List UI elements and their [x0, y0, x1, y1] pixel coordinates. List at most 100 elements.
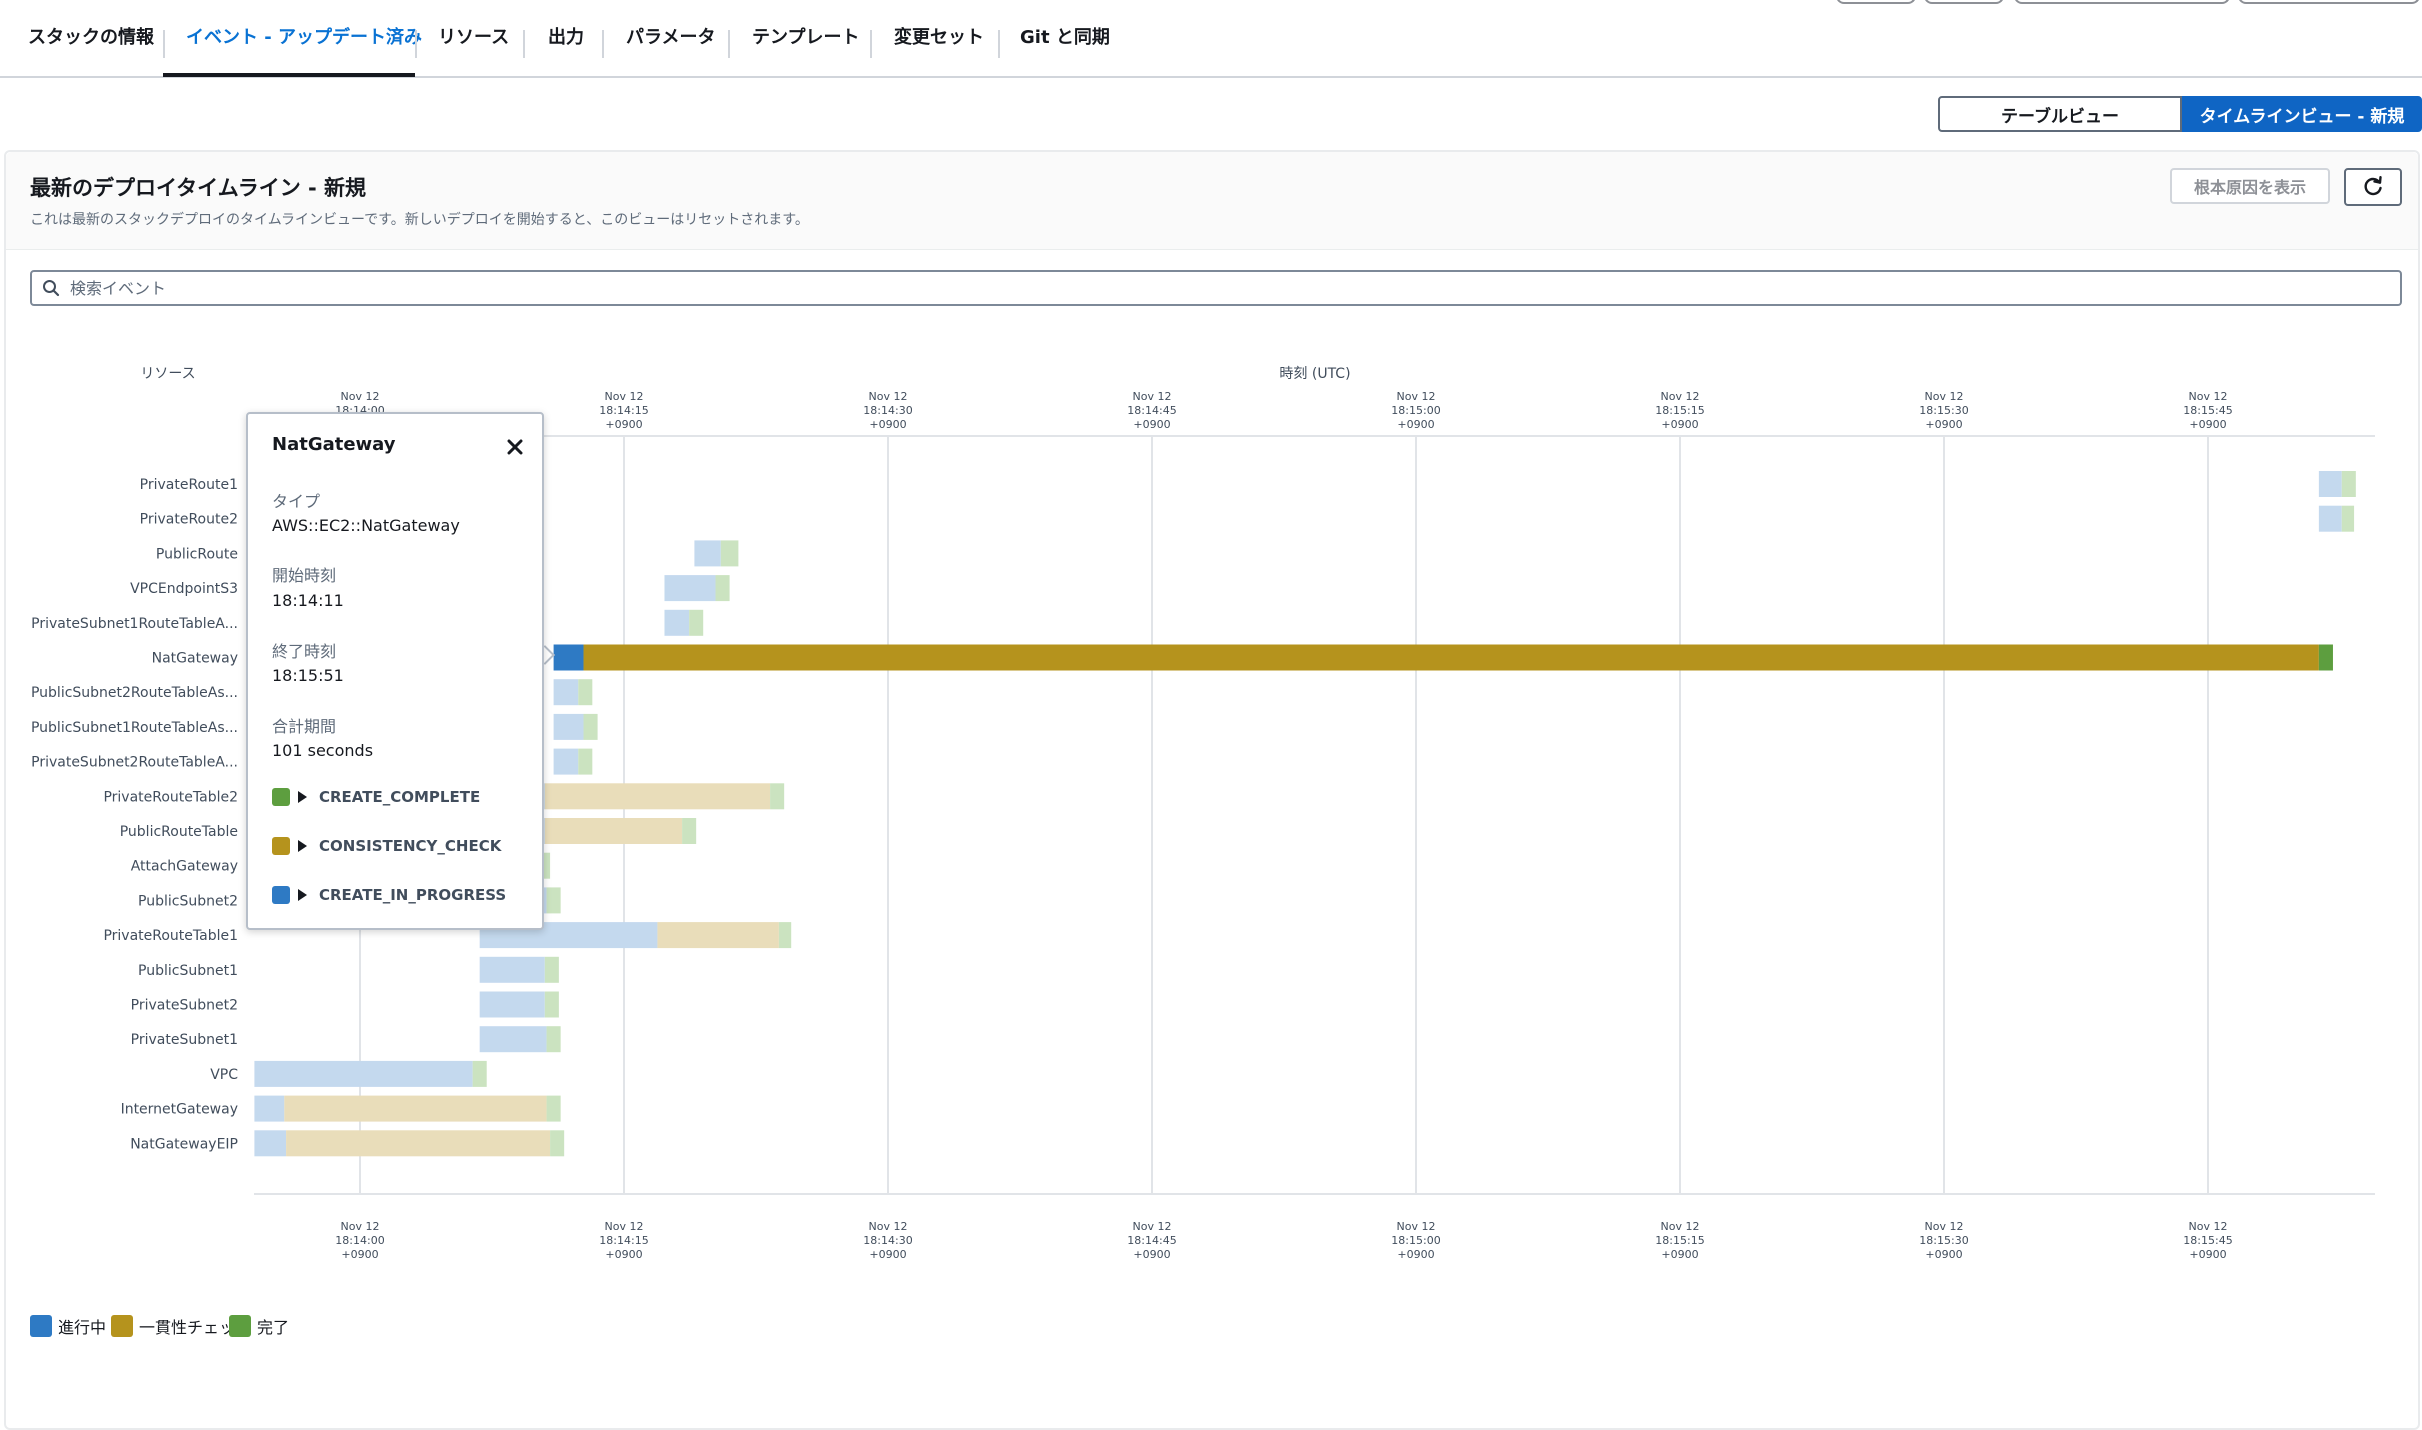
resource-label: PublicSubnet2RouteTableAs...: [31, 685, 238, 701]
tick-label-time: 18:15:45: [2183, 1234, 2232, 1247]
status-label: CREATE_COMPLETE: [319, 788, 481, 806]
resource-label: PrivateSubnet2RouteTableA...: [31, 755, 238, 771]
popover-end-value: 18:15:51: [272, 666, 344, 685]
status-create-in-progress[interactable]: CREATE_IN_PROGRESS: [272, 884, 506, 906]
tick-label-time: 18:15:30: [1919, 404, 1968, 417]
tick-label-tz: +0900: [869, 1248, 906, 1261]
popover-start-label: 開始時刻: [272, 566, 337, 585]
popover-start-value: 18:14:11: [272, 591, 344, 610]
timeline-bar-complete: [583, 713, 598, 740]
resource-label: PrivateRoute1: [140, 477, 238, 493]
timeline-bar-complete: [546, 887, 561, 914]
resource-label: PublicRoute: [156, 546, 238, 562]
status-consistency-check[interactable]: CONSISTENCY_CHECK: [272, 835, 501, 857]
tick-label-date: Nov 12: [1133, 390, 1172, 403]
timeline-bar-complete: [472, 1060, 487, 1087]
timeline-bar-complete: [715, 575, 730, 602]
tick-label-date: Nov 12: [341, 1220, 380, 1233]
resource-label: PublicSubnet2: [138, 893, 238, 909]
caret-right-icon: [298, 791, 307, 803]
status-swatch: [272, 837, 290, 855]
timeline-bar-in-progress: [553, 713, 584, 740]
tick-label-time: 18:15:15: [1655, 1234, 1704, 1247]
timeline-bar-complete: [2341, 505, 2355, 532]
tick-label-time: 18:14:15: [599, 1234, 648, 1247]
tick-label-tz: +0900: [1925, 1248, 1962, 1261]
timeline-bar-complete: [770, 783, 785, 810]
popover-type-label: タイプ: [272, 492, 321, 511]
legend-label: 完了: [257, 1318, 290, 1337]
timeline-bar-complete: [546, 1026, 561, 1053]
tick-label-time: 18:15:00: [1391, 404, 1440, 417]
resource-label: VPCEndpointS3: [130, 581, 238, 597]
status-label: CREATE_IN_PROGRESS: [319, 886, 507, 904]
tick-label-time: 18:14:00: [335, 1234, 384, 1247]
tick-label-tz: +0900: [1133, 418, 1170, 431]
tick-label-tz: +0900: [1661, 418, 1698, 431]
tick-label-tz: +0900: [1925, 418, 1962, 431]
timeline-bar-complete: [778, 922, 792, 949]
tick-label-tz: +0900: [341, 1248, 378, 1261]
tick-label-tz: +0900: [1133, 1248, 1170, 1261]
popover-duration-label: 合計期間: [272, 717, 337, 736]
timeline-bar-complete: [544, 991, 559, 1018]
tick-label-time: 18:14:45: [1127, 404, 1176, 417]
timeline-bar-in-progress: [553, 679, 579, 706]
tick-label-date: Nov 12: [869, 390, 908, 403]
timeline-bar-complete: [578, 679, 593, 706]
resource-label: PublicSubnet1: [138, 963, 238, 979]
tick-label-date: Nov 12: [605, 1220, 644, 1233]
timeline-bar-consistency-check: [286, 1130, 551, 1157]
tick-label-time: 18:14:30: [863, 404, 912, 417]
resource-label: PrivateRouteTable2: [103, 789, 238, 805]
timeline-bar-in-progress: [479, 956, 545, 983]
y-axis-title: リソース: [140, 366, 195, 382]
timeline-bar-complete: [546, 1095, 561, 1122]
timeline-bar-in-progress: [254, 1095, 285, 1122]
tick-label-date: Nov 12: [341, 390, 380, 403]
status-swatch: [272, 886, 290, 904]
resource-label: NatGatewayEIP: [130, 1136, 238, 1152]
tick-label-time: 18:14:15: [599, 404, 648, 417]
caret-right-icon: [298, 840, 307, 852]
timeline-bar-complete: [689, 609, 704, 636]
tick-label-date: Nov 12: [605, 390, 644, 403]
tick-label-date: Nov 12: [1133, 1220, 1172, 1233]
timeline-bar-complete: [550, 1130, 565, 1157]
popover-type-value: AWS::EC2::NatGateway: [272, 516, 460, 535]
timeline-bar-consistency-check: [657, 922, 779, 949]
legend-label: 進行中: [58, 1318, 107, 1337]
tick-label-date: Nov 12: [1925, 1220, 1964, 1233]
status-label: CONSISTENCY_CHECK: [319, 837, 502, 855]
timeline-bar-in-progress: [2318, 471, 2342, 497]
timeline-bar-in-progress: [694, 540, 721, 567]
timeline-bar-consistency-check: [284, 1095, 547, 1122]
tick-label-tz: +0900: [2189, 1248, 2226, 1261]
resource-label: PublicSubnet1RouteTableAs...: [31, 720, 238, 736]
tick-label-tz: +0900: [605, 418, 642, 431]
tick-label-time: 18:15:30: [1919, 1234, 1968, 1247]
close-icon[interactable]: [504, 436, 526, 458]
tick-label-date: Nov 12: [869, 1220, 908, 1233]
popover-duration-value: 101 seconds: [272, 741, 374, 760]
timeline-bar-in-progress: [664, 575, 716, 602]
caret-right-icon: [298, 889, 307, 901]
resource-label: PrivateSubnet1RouteTableA...: [31, 616, 238, 632]
resource-label: PrivateRoute2: [140, 512, 238, 528]
tick-label-date: Nov 12: [1661, 390, 1700, 403]
resource-label: PrivateSubnet1: [131, 1032, 238, 1048]
timeline-bar-in-progress: [664, 609, 690, 636]
tick-label-tz: +0900: [1397, 418, 1434, 431]
timeline-bar-in-progress: [254, 1060, 473, 1087]
tick-label-time: 18:14:45: [1127, 1234, 1176, 1247]
status-create-complete[interactable]: CREATE_COMPLETE: [272, 786, 480, 808]
tick-label-date: Nov 12: [2189, 390, 2228, 403]
tick-label-time: 18:15:00: [1391, 1234, 1440, 1247]
x-axis-title: 時刻 (UTC): [1279, 366, 1350, 382]
tick-label-time: 18:15:45: [2183, 404, 2232, 417]
tick-label-tz: +0900: [1397, 1248, 1434, 1261]
timeline-bar-complete: [720, 540, 739, 567]
tick-label-time: 18:14:30: [863, 1234, 912, 1247]
timeline-bar-consistency-check: [544, 783, 771, 810]
timeline-bar-in-progress: [479, 1026, 547, 1053]
